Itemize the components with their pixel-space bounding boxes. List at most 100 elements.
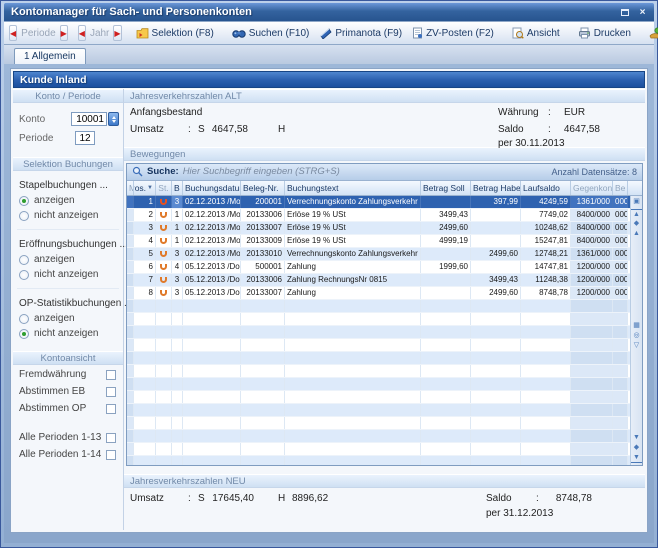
table-row[interactable]: 7 3 05.12.2013 /Do 20133006 Zahlung Rech… bbox=[127, 274, 630, 287]
scroll-up-icon[interactable]: ▲ bbox=[631, 229, 642, 239]
haben-indicator: H bbox=[278, 493, 285, 504]
periode-next-button[interactable]: ▶ bbox=[60, 25, 68, 41]
checkbox-icon bbox=[106, 433, 116, 443]
grid-search-bar[interactable]: Suche: Hier Suchbegriff eingeben (STRG+S… bbox=[127, 164, 642, 181]
empty-row bbox=[127, 430, 630, 443]
radio-op-anzeigen[interactable]: anzeigen bbox=[13, 311, 123, 326]
checkbox-abstimmen-op[interactable]: Abstimmen OP bbox=[13, 401, 123, 416]
stapel-status-icon bbox=[160, 264, 167, 270]
cell-gegenkonto bbox=[571, 456, 613, 465]
cell-pos: 6 bbox=[134, 261, 156, 273]
grid-vertical-scrollbar: ▣ ▲ ◆ ▲ ▦ ◎ ▽ ▼ ◆ ▼ bbox=[630, 196, 642, 465]
col-header-betrag-haben[interactable]: Betrag Haben bbox=[471, 181, 521, 195]
checkbox-alle-perioden-14[interactable]: Alle Perioden 1-14 bbox=[13, 447, 123, 462]
table-row[interactable]: 1 3 02.12.2013 /Mo 200001 Verrechnungsko… bbox=[127, 196, 630, 209]
bewegungen-grid: Suche: Hier Suchbegriff eingeben (STRG+S… bbox=[126, 163, 643, 466]
col-header-m[interactable]: M bbox=[127, 181, 134, 195]
table-row[interactable]: 5 3 02.12.2013 /Mo 20133010 Verrechnungs… bbox=[127, 248, 630, 261]
col-header-beleg-nr[interactable]: Beleg-Nr. bbox=[241, 181, 285, 195]
restore-button[interactable] bbox=[617, 6, 632, 19]
extras-button[interactable]: Extras bbox=[644, 25, 658, 41]
cell-beleg-nr bbox=[241, 339, 285, 351]
col-header-pos[interactable]: Pos.▼ bbox=[134, 181, 156, 195]
cell-beleg-nr: 20133006 bbox=[241, 274, 285, 286]
close-button[interactable]: × bbox=[635, 6, 650, 19]
col-header-be[interactable]: Be bbox=[613, 181, 628, 195]
jahr-label: Jahr bbox=[90, 28, 109, 39]
jahr-prev-button[interactable]: ◀ bbox=[78, 25, 86, 41]
col-header-betrag-soll[interactable]: Betrag Soll bbox=[421, 181, 471, 195]
col-header-buchungsdatum[interactable]: Buchungsdatum bbox=[183, 181, 241, 195]
printer-icon bbox=[578, 27, 591, 39]
col-header-gegenkonto[interactable]: Gegenkonto bbox=[571, 181, 613, 195]
column-chooser-icon[interactable]: ▣ bbox=[631, 197, 642, 207]
konto-input[interactable] bbox=[71, 112, 107, 126]
radio-icon bbox=[19, 329, 29, 339]
primanota-button[interactable]: Primanota (F9) bbox=[314, 25, 407, 41]
app-window: Kontomanager für Sach- und Personenkonte… bbox=[0, 0, 658, 548]
table-row[interactable]: 2 1 02.12.2013 /Mo 20133006 Erlöse 19 % … bbox=[127, 209, 630, 222]
cell-betrag-soll bbox=[421, 443, 471, 455]
grid-filter-icon[interactable]: ▽ bbox=[631, 341, 642, 351]
periode-input[interactable] bbox=[75, 131, 95, 145]
grid-search-icon[interactable]: ◎ bbox=[631, 331, 642, 341]
scroll-to-bottom-icon[interactable]: ▼ bbox=[631, 453, 642, 463]
cell-laufsaldo bbox=[521, 313, 571, 325]
cell-betrag-soll bbox=[421, 300, 471, 312]
table-row[interactable]: 3 1 02.12.2013 /Mo 20133007 Erlöse 19 % … bbox=[127, 222, 630, 235]
radio-stapel-anzeigen[interactable]: anzeigen bbox=[13, 193, 123, 208]
radio-op-nicht-anzeigen[interactable]: nicht anzeigen bbox=[13, 326, 123, 341]
radio-stapel-nicht-anzeigen[interactable]: nicht anzeigen bbox=[13, 208, 123, 223]
periode-prev-button[interactable]: ◀ bbox=[9, 25, 17, 41]
konto-periode-header: Konto / Periode bbox=[13, 89, 123, 103]
empty-row bbox=[127, 300, 630, 313]
cell-buchungsdatum: 02.12.2013 /Mo bbox=[183, 248, 241, 260]
cell-buchungstext bbox=[285, 417, 421, 429]
left-sidebar: Konto / Periode Konto Periode Selektion … bbox=[13, 89, 124, 530]
cell-pos: 7 bbox=[134, 274, 156, 286]
cell-betrag-soll bbox=[421, 417, 471, 429]
cell-beleg-nr: 500001 bbox=[241, 261, 285, 273]
eroeffnungsbuchungen-label: Eröffnungsbuchungen ... bbox=[13, 230, 123, 252]
cell-m bbox=[127, 222, 134, 234]
zv-posten-button[interactable]: ZV-Posten (F2) bbox=[407, 25, 499, 41]
col-header-buchungstext[interactable]: Buchungstext bbox=[285, 181, 421, 195]
cell-betrag-haben bbox=[471, 443, 521, 455]
page-down-icon[interactable]: ◆ bbox=[631, 443, 642, 453]
cell-buchungstext bbox=[285, 391, 421, 403]
page-up-icon[interactable]: ◆ bbox=[631, 219, 642, 229]
selektion-button[interactable]: Selektion (F8) bbox=[131, 25, 219, 41]
radio-eroeffnung-nicht-anzeigen[interactable]: nicht anzeigen bbox=[13, 267, 123, 282]
cell-betrag-soll bbox=[421, 287, 471, 299]
cell-beleg-nr bbox=[241, 313, 285, 325]
table-row[interactable]: 8 3 05.12.2013 /Do 20133007 Zahlung 2499… bbox=[127, 287, 630, 300]
checkbox-alle-perioden-13[interactable]: Alle Perioden 1-13 bbox=[13, 430, 123, 445]
table-row[interactable]: 6 4 05.12.2013 /Do 500001 Zahlung 1999,6… bbox=[127, 261, 630, 274]
grid-view-icon[interactable]: ▦ bbox=[631, 321, 642, 331]
ansicht-button[interactable]: Ansicht bbox=[507, 25, 565, 41]
col-header-st[interactable]: St. bbox=[156, 181, 172, 195]
soll-indicator: S bbox=[198, 493, 205, 504]
cell-buchungsdatum: 05.12.2013 /Do bbox=[183, 261, 241, 273]
cell-buchungstext bbox=[285, 326, 421, 338]
umsatz-soll-value: 4647,58 bbox=[208, 124, 248, 135]
tab-allgemein[interactable]: 1 Allgemein bbox=[14, 48, 86, 64]
cell-betrag-haben bbox=[471, 235, 521, 247]
cell-be bbox=[613, 365, 628, 377]
jahr-next-button[interactable]: ▶ bbox=[113, 25, 121, 41]
col-header-b[interactable]: B bbox=[172, 181, 183, 195]
konto-spinner[interactable] bbox=[108, 112, 119, 126]
cell-pos: 2 bbox=[134, 209, 156, 221]
col-header-laufsaldo[interactable]: Laufsaldo bbox=[521, 181, 571, 195]
jvz-alt-body: Anfangsbestand : Umsatz : S 4647,58 H Wä… bbox=[124, 103, 645, 147]
radio-eroeffnung-anzeigen[interactable]: anzeigen bbox=[13, 252, 123, 267]
suchen-button[interactable]: Suchen (F10) bbox=[227, 25, 315, 41]
cell-b bbox=[172, 339, 183, 351]
scroll-down-icon[interactable]: ▼ bbox=[631, 433, 642, 443]
drucken-button[interactable]: Drucken bbox=[573, 25, 636, 41]
empty-row bbox=[127, 443, 630, 456]
checkbox-fremdwaehrung[interactable]: Fremdwährung bbox=[13, 367, 123, 382]
table-row[interactable]: 4 1 02.12.2013 /Mo 20133009 Erlöse 19 % … bbox=[127, 235, 630, 248]
checkbox-abstimmen-eb[interactable]: Abstimmen EB bbox=[13, 384, 123, 399]
scroll-to-top-icon[interactable]: ▲ bbox=[631, 209, 642, 219]
